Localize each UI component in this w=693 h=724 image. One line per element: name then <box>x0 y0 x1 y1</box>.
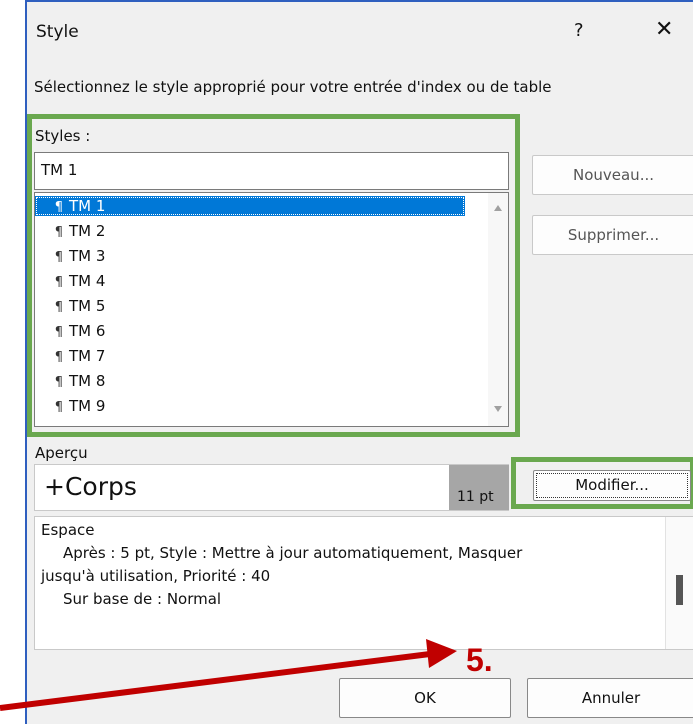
description-line-3: jusqu'à utilisation, Priorité : 40 <box>41 567 271 585</box>
styles-label: Styles : <box>35 127 91 145</box>
style-list-item-label: TM 1 <box>69 197 106 215</box>
style-list-item-label: TM 4 <box>69 272 106 290</box>
paragraph-style-icon: ¶ <box>54 225 63 240</box>
styles-scrollbar[interactable] <box>488 193 508 426</box>
style-list-item[interactable]: ¶ TM 2 <box>35 221 465 241</box>
paragraph-style-icon: ¶ <box>54 200 63 215</box>
paragraph-style-icon: ¶ <box>54 375 63 390</box>
style-list-item-label: TM 2 <box>69 222 106 240</box>
scroll-down-icon <box>494 406 502 412</box>
modify-button-label: Modifier... <box>575 476 649 494</box>
style-list-item-label: TM 7 <box>69 347 106 365</box>
close-button[interactable]: ✕ <box>655 17 673 42</box>
scroll-up-icon <box>494 205 502 211</box>
description-line-1: Espace <box>41 521 95 539</box>
help-button[interactable]: ? <box>574 20 584 41</box>
style-list-item-label: TM 3 <box>69 247 106 265</box>
preview-box: +Corps 11 pt <box>34 464 509 511</box>
style-description: Espace Après : 5 pt, Style : Mettre à jo… <box>34 516 693 650</box>
preview-label: Aperçu <box>35 444 88 462</box>
paragraph-style-icon: ¶ <box>54 325 63 340</box>
paragraph-style-icon: ¶ <box>54 250 63 265</box>
description-line-4: Sur base de : Normal <box>63 590 222 608</box>
style-list-item[interactable]: ¶ TM 5 <box>35 296 465 316</box>
style-name-input[interactable]: TM 1 <box>34 152 509 190</box>
paragraph-style-icon: ¶ <box>54 350 63 365</box>
style-list-item-label: TM 6 <box>69 322 106 340</box>
style-list-item-label: TM 9 <box>69 397 106 415</box>
paragraph-style-icon: ¶ <box>54 300 63 315</box>
style-list-item-label: TM 5 <box>69 297 106 315</box>
instruction-text: Sélectionnez le style approprié pour vot… <box>34 78 552 96</box>
style-list-item[interactable]: ¶ TM 1 <box>35 196 465 216</box>
style-list-item[interactable]: ¶ TM 8 <box>35 371 465 391</box>
scrollbar-arrows <box>494 205 502 412</box>
paragraph-style-icon: ¶ <box>54 275 63 290</box>
cancel-button[interactable]: Annuler <box>527 678 693 718</box>
description-line-2: Après : 5 pt, Style : Mettre à jour auto… <box>63 544 523 562</box>
style-list-item[interactable]: ¶ TM 9 <box>35 396 465 416</box>
modify-button[interactable]: Modifier... <box>533 470 691 501</box>
preview-size-box: 11 pt <box>449 465 509 510</box>
ok-button[interactable]: OK <box>339 678 511 718</box>
style-list-item-label: TM 8 <box>69 372 106 390</box>
style-dialog: Style ? ✕ Sélectionnez le style appropri… <box>25 0 693 724</box>
style-list-item[interactable]: ¶ TM 6 <box>35 321 465 341</box>
description-scroll-thumb[interactable] <box>676 575 683 605</box>
styles-list[interactable]: ¶ TM 9 ¶ TM 8 ¶ TM 7 ¶ TM 6 ¶ TM 5 ¶ TM 4 ¶ TM 3 ¶ TM 2… <box>34 192 509 427</box>
preview-size-text: 11 pt <box>457 489 494 505</box>
description-scrollbar[interactable] <box>665 517 693 649</box>
style-list-item[interactable]: ¶ TM 7 <box>35 346 465 366</box>
preview-font-text: +Corps <box>44 472 137 501</box>
paragraph-style-icon: ¶ <box>54 400 63 415</box>
style-list-item[interactable]: ¶ TM 4 <box>35 271 465 291</box>
style-list-item[interactable]: ¶ TM 3 <box>35 246 465 266</box>
new-style-button[interactable]: Nouveau... <box>532 155 693 195</box>
delete-style-button[interactable]: Supprimer... <box>532 215 693 255</box>
annotation-step-label: 5. <box>466 642 493 678</box>
dialog-title: Style <box>36 22 79 42</box>
